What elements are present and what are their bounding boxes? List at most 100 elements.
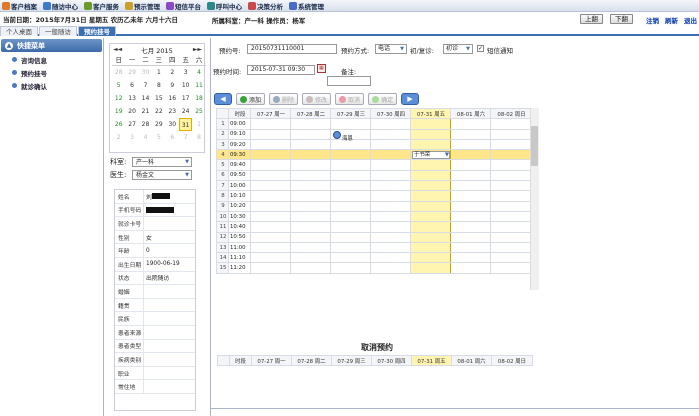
schedule-cell[interactable]: [290, 210, 331, 223]
calendar-day[interactable]: 10: [179, 79, 192, 92]
calendar-day[interactable]: 4: [192, 66, 205, 79]
schedule-cell[interactable]: [450, 210, 491, 223]
calendar-day[interactable]: 29: [125, 66, 138, 79]
menu-item-2[interactable]: 客户服务: [84, 1, 119, 11]
schedule-cell[interactable]: [330, 200, 371, 212]
calendar-day[interactable]: 21: [139, 105, 152, 118]
schedule-cell[interactable]: [410, 221, 451, 233]
add-button[interactable]: 添加: [236, 93, 266, 105]
schedule-cell[interactable]: [490, 262, 532, 274]
menu-item-6[interactable]: 决策分析: [248, 1, 283, 11]
schedule-cell[interactable]: [330, 149, 371, 161]
refresh-link[interactable]: 刷新: [665, 15, 678, 25]
schedule-cell[interactable]: [490, 159, 532, 171]
calendar-day[interactable]: 17: [179, 92, 192, 105]
schedule-cell[interactable]: [290, 138, 331, 151]
calendar-day[interactable]: 23: [166, 105, 179, 118]
schedule-cell[interactable]: [490, 210, 532, 223]
schedule-cell[interactable]: [290, 169, 331, 182]
calendar-day[interactable]: 27: [125, 118, 138, 131]
schedule-cell[interactable]: [330, 190, 371, 202]
calendar-day[interactable]: 3: [179, 66, 192, 79]
schedule-cell[interactable]: [490, 221, 532, 233]
calendar-day[interactable]: 6: [125, 79, 138, 92]
schedule-cell[interactable]: [490, 231, 532, 243]
schedule-cell[interactable]: [330, 262, 371, 274]
schedule-cell[interactable]: [330, 231, 371, 243]
schedule-cell[interactable]: [370, 200, 411, 212]
calendar-day[interactable]: 9: [166, 79, 179, 92]
calendar-day[interactable]: 8: [152, 79, 165, 92]
schedule-cell[interactable]: [450, 118, 491, 130]
calendar-day[interactable]: 20: [125, 105, 138, 118]
schedule-cell[interactable]: [290, 262, 331, 274]
schedule-cell[interactable]: [250, 241, 291, 254]
sidebar-item-1[interactable]: 预约挂号: [0, 66, 103, 79]
menu-item-7[interactable]: 系统管理: [289, 1, 324, 11]
tab-1[interactable]: 一般随访: [39, 26, 77, 36]
schedule-cell[interactable]: [450, 231, 491, 243]
schedule-cell[interactable]: [490, 200, 532, 212]
calendar-day[interactable]: 1: [192, 118, 205, 131]
menu-item-5[interactable]: 呼叫中心: [207, 1, 242, 11]
doctor-select[interactable]: 杨金文 ▼: [132, 169, 192, 180]
calendar-day[interactable]: 2: [112, 131, 125, 144]
calendar-day[interactable]: 16: [166, 92, 179, 105]
calendar-day[interactable]: 6: [166, 131, 179, 144]
prev-week-button[interactable]: ◀: [214, 93, 232, 105]
schedule-cell[interactable]: [290, 149, 331, 161]
prev-page-button[interactable]: 上翻: [580, 14, 603, 24]
schedule-cell[interactable]: [450, 128, 491, 140]
schedule-cell[interactable]: [450, 200, 491, 212]
calendar-day[interactable]: 7: [139, 79, 152, 92]
calendar-day[interactable]: 25: [192, 105, 205, 118]
department-select[interactable]: 产一科 ▼: [132, 156, 192, 167]
calendar-next-month-button[interactable]: ► ►: [193, 46, 202, 53]
calendar-day[interactable]: 29: [152, 118, 165, 131]
schedule-cell[interactable]: 于书荣 ▼: [410, 149, 451, 161]
note-field[interactable]: [327, 76, 371, 86]
schedule-cell[interactable]: [370, 169, 411, 182]
schedule-cell[interactable]: [410, 252, 451, 264]
schedule-cell[interactable]: [450, 252, 491, 264]
schedule-cell[interactable]: [290, 118, 331, 130]
schedule-cell[interactable]: [250, 231, 291, 243]
schedule-cell[interactable]: [250, 128, 291, 140]
schedule-cell[interactable]: [450, 190, 491, 202]
schedule-cell[interactable]: [410, 128, 451, 140]
delete-button[interactable]: 删除: [269, 93, 299, 105]
calendar-day[interactable]: 5: [152, 131, 165, 144]
schedule-cell[interactable]: [330, 252, 371, 264]
calendar-day[interactable]: 28: [112, 66, 125, 79]
next-week-button[interactable]: ▶: [401, 93, 420, 105]
schedule-cell[interactable]: [450, 241, 491, 254]
schedule-cell[interactable]: [290, 231, 331, 243]
schedule-cell[interactable]: [490, 180, 532, 192]
menu-item-4[interactable]: 短信平台: [166, 1, 201, 11]
patient-select[interactable]: 于书荣 ▼: [412, 150, 450, 159]
schedule-cell[interactable]: [370, 190, 411, 202]
schedule-cell[interactable]: [410, 210, 451, 223]
calendar-day[interactable]: 28: [139, 118, 152, 131]
schedule-cell[interactable]: [290, 241, 331, 254]
sidebar-item-2[interactable]: 就诊确认: [0, 79, 103, 92]
schedule-cell[interactable]: [330, 221, 371, 233]
sidebar-item-0[interactable]: 咨询信息: [0, 53, 103, 66]
schedule-cell[interactable]: [450, 149, 491, 161]
schedule-cell[interactable]: [410, 190, 451, 202]
schedule-cell[interactable]: [290, 200, 331, 212]
schedule-cell[interactable]: [410, 169, 451, 182]
schedule-cell[interactable]: [490, 169, 532, 182]
schedule-cell[interactable]: [290, 159, 331, 171]
schedule-cell[interactable]: [410, 262, 451, 274]
calendar-day[interactable]: 4: [139, 131, 152, 144]
schedule-cell[interactable]: [250, 190, 291, 202]
schedule-cell[interactable]: [450, 221, 491, 233]
schedule-cell[interactable]: [410, 231, 451, 243]
schedule-cell[interactable]: [290, 252, 331, 264]
schedule-cell[interactable]: [370, 149, 411, 161]
schedule-cell[interactable]: [490, 118, 532, 130]
schedule-cell[interactable]: [370, 138, 411, 151]
calendar-picker-icon[interactable]: ▦: [317, 64, 326, 73]
schedule-cell[interactable]: [250, 138, 291, 151]
